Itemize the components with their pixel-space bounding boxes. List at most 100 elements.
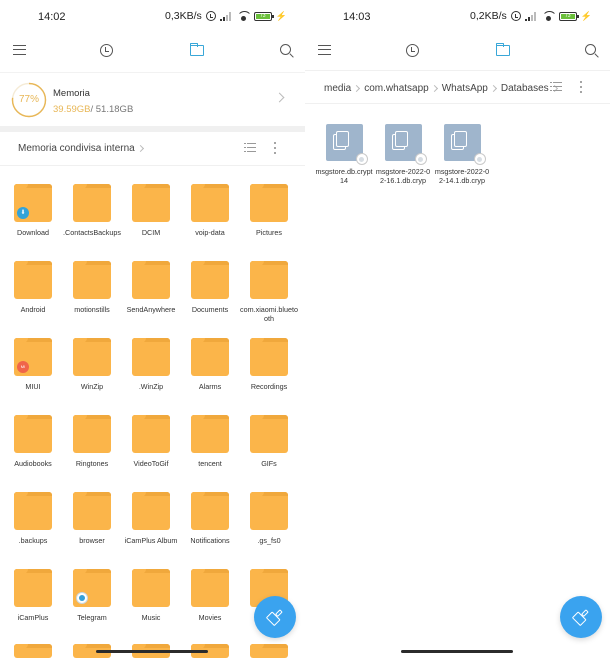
folder-item[interactable]: VideoToGif bbox=[122, 415, 180, 468]
select-checkbox[interactable] bbox=[473, 153, 486, 165]
list-view-icon[interactable] bbox=[550, 82, 562, 92]
files-tab[interactable] bbox=[187, 40, 207, 60]
folder-icon bbox=[132, 415, 170, 453]
breadcrumb-bar: Memoria condivisa interna bbox=[0, 132, 305, 166]
folder-item[interactable]: .gs_fs0 bbox=[240, 492, 298, 545]
folder-item[interactable]: MI MIUI bbox=[4, 338, 62, 391]
storage-total: / 51.18GB bbox=[90, 104, 134, 115]
telegram-badge-icon bbox=[76, 592, 88, 604]
folder-icon bbox=[132, 492, 170, 530]
folder-label: com.xiaomi.bluetooth bbox=[240, 305, 298, 323]
folder-item[interactable]: Android bbox=[4, 261, 62, 314]
chevron-right-icon bbox=[489, 84, 497, 93]
file-name: msgstore-2022-02-16.1.db.cryp bbox=[375, 167, 431, 185]
folder-item[interactable]: Recordings bbox=[240, 338, 298, 391]
search-button[interactable] bbox=[581, 40, 601, 60]
folder-item[interactable]: .backups bbox=[4, 492, 62, 545]
file-thumbnail bbox=[384, 124, 427, 165]
breadcrumb-item-media[interactable]: media bbox=[324, 83, 351, 94]
folder-item[interactable]: .WinZip bbox=[122, 338, 180, 391]
folder-item[interactable]: iCamPlus bbox=[4, 569, 62, 622]
folder-item[interactable]: Alarms bbox=[181, 338, 239, 391]
file-name: msgstore-2022-02-14.1.db.cryp bbox=[434, 167, 490, 185]
folder-icon bbox=[191, 415, 229, 453]
folder-label: iCamPlus bbox=[17, 613, 49, 622]
folder-item[interactable]: browser bbox=[63, 492, 121, 545]
status-time: 14:02 bbox=[38, 11, 66, 23]
file-manager-internal-storage-screen: 14:02 0,3KB/s 73 ⚡ 77% Memoria 39.59GB/ … bbox=[0, 0, 305, 658]
folder-item[interactable]: .ContactsBackups bbox=[63, 184, 121, 237]
menu-button[interactable] bbox=[9, 40, 29, 60]
folder-item[interactable]: com.xiaomi.bluetooth bbox=[240, 261, 298, 323]
folder-icon bbox=[191, 569, 229, 607]
breadcrumb-item-com-whatsapp[interactable]: com.whatsapp bbox=[364, 83, 428, 94]
folder-item[interactable]: SendAnywhere bbox=[122, 261, 180, 314]
recent-tab[interactable] bbox=[96, 40, 116, 60]
folder-item[interactable]: Music bbox=[122, 569, 180, 622]
breadcrumb-item[interactable]: Memoria condivisa interna bbox=[18, 143, 135, 154]
breadcrumb: media com.whatsapp WhatsApp Databases bbox=[324, 83, 562, 94]
folder-icon bbox=[250, 338, 288, 376]
folder-label: Pictures bbox=[256, 228, 282, 237]
folder-icon bbox=[132, 184, 170, 222]
breadcrumb-item-databases[interactable]: Databases bbox=[501, 83, 549, 94]
folder-label: Movies bbox=[198, 613, 222, 622]
file-thumbnail bbox=[325, 124, 368, 165]
folder-item[interactable]: ⬇ Download bbox=[4, 184, 62, 237]
status-bar: 14:03 0,2KB/s 73 ⚡ bbox=[305, 0, 610, 34]
more-options-icon[interactable] bbox=[578, 81, 584, 93]
breadcrumb-item-whatsapp[interactable]: WhatsApp bbox=[442, 83, 488, 94]
status-time: 14:03 bbox=[343, 11, 371, 23]
clean-button[interactable] bbox=[560, 596, 602, 638]
folder-label: Ringtones bbox=[75, 459, 109, 468]
broom-icon bbox=[262, 604, 287, 629]
breadcrumb: Memoria condivisa interna bbox=[18, 143, 148, 154]
clock-icon bbox=[405, 43, 419, 57]
menu-button[interactable] bbox=[314, 40, 334, 60]
storage-card[interactable]: 77% Memoria 39.59GB/ 51.18GB bbox=[0, 72, 305, 126]
folder-item[interactable]: Pictures bbox=[240, 184, 298, 237]
folder-item[interactable]: DCIM bbox=[122, 184, 180, 237]
file-item[interactable]: msgstore.db.crypt14 bbox=[315, 124, 373, 185]
more-options-icon[interactable] bbox=[272, 142, 278, 154]
folder-item[interactable]: Documents bbox=[181, 261, 239, 314]
hamburger-menu-icon bbox=[317, 45, 331, 55]
document-icon bbox=[453, 131, 467, 147]
folder-icon[interactable] bbox=[250, 644, 288, 658]
folder-item[interactable]: voip-data bbox=[181, 184, 239, 237]
folder-label: Documents bbox=[191, 305, 229, 314]
clean-button[interactable] bbox=[254, 596, 296, 638]
folder-item[interactable]: iCamPlus Album bbox=[122, 492, 180, 545]
select-checkbox[interactable] bbox=[414, 153, 427, 165]
folder-label: .backups bbox=[18, 536, 48, 545]
folder-icon bbox=[250, 184, 288, 222]
miui-badge-icon: MI bbox=[17, 361, 29, 373]
folder-item[interactable]: Telegram bbox=[63, 569, 121, 622]
folder-item[interactable]: Movies bbox=[181, 569, 239, 622]
list-view-icon[interactable] bbox=[244, 143, 256, 153]
folder-item[interactable]: WinZip bbox=[63, 338, 121, 391]
folder-icon bbox=[191, 261, 229, 299]
folder-item[interactable]: tencent bbox=[181, 415, 239, 468]
folder-item[interactable]: motionstills bbox=[63, 261, 121, 314]
select-checkbox[interactable] bbox=[355, 153, 368, 165]
folder-label: SendAnywhere bbox=[126, 305, 176, 314]
folder-item[interactable]: Notifications bbox=[181, 492, 239, 545]
home-indicator[interactable] bbox=[401, 650, 513, 653]
files-tab[interactable] bbox=[493, 40, 513, 60]
folder-item[interactable]: Audiobooks bbox=[4, 415, 62, 468]
folder-icon bbox=[73, 184, 111, 222]
recent-tab[interactable] bbox=[402, 40, 422, 60]
folder-label: Audiobooks bbox=[14, 459, 52, 468]
folder-icon bbox=[14, 492, 52, 530]
folder-icon[interactable] bbox=[14, 644, 52, 658]
search-button[interactable] bbox=[276, 40, 296, 60]
file-item[interactable]: msgstore-2022-02-14.1.db.cryp bbox=[433, 124, 491, 185]
file-item[interactable]: msgstore-2022-02-16.1.db.cryp bbox=[374, 124, 432, 185]
folder-icon bbox=[73, 569, 111, 607]
folder-item[interactable]: GIFs bbox=[240, 415, 298, 468]
folder-item[interactable]: Ringtones bbox=[63, 415, 121, 468]
home-indicator[interactable] bbox=[96, 650, 208, 653]
network-speed: 0,3KB/s bbox=[165, 10, 202, 22]
folder-icon bbox=[14, 415, 52, 453]
